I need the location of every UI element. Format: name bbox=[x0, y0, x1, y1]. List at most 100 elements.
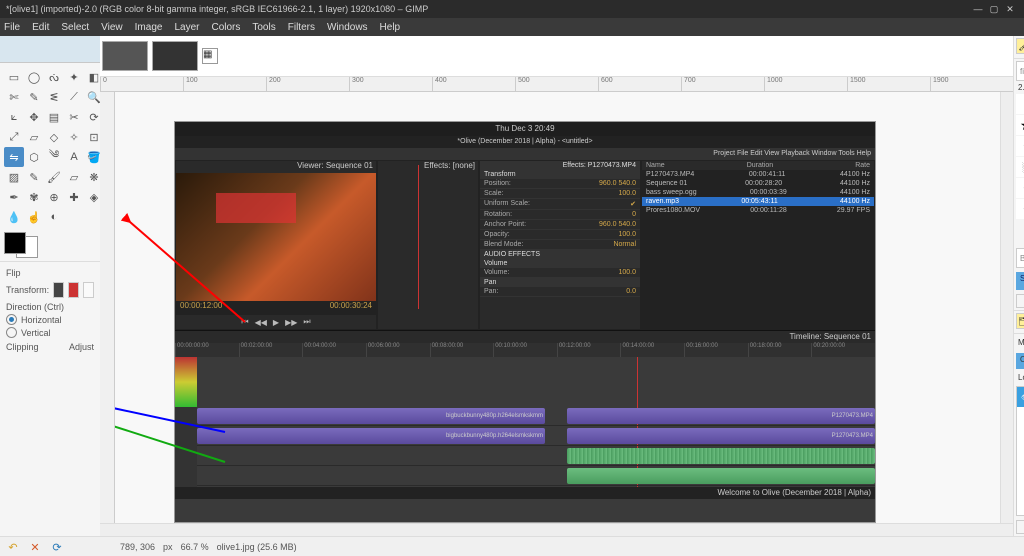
tool-cage[interactable]: ⬡ bbox=[24, 147, 44, 167]
tool-unified[interactable]: ✧ bbox=[64, 127, 84, 147]
tool-mypaint[interactable]: ✾ bbox=[24, 187, 44, 207]
image-thumb-1[interactable] bbox=[102, 41, 148, 71]
tool-scale[interactable]: ⤢ bbox=[4, 127, 24, 147]
menu-windows[interactable]: Windows bbox=[327, 22, 368, 33]
undo-icon[interactable]: ↶ bbox=[6, 540, 20, 554]
clipping-value[interactable]: Adjust bbox=[69, 342, 94, 352]
olive-fx-viewer: Effects: [none] bbox=[377, 160, 479, 330]
menu-view[interactable]: View bbox=[101, 22, 123, 33]
tool-ellipse-select[interactable]: ◯ bbox=[24, 67, 44, 87]
brush-name-label: 2. Hardness 050 (51 × 51) bbox=[1014, 83, 1024, 92]
menu-colors[interactable]: Colors bbox=[211, 22, 240, 33]
new-layer-icon[interactable] bbox=[1016, 520, 1024, 534]
brush-item[interactable]: ░░ bbox=[1016, 157, 1024, 177]
opacity-slider[interactable]: Opacity 100.0 bbox=[1016, 353, 1024, 369]
clipping-label: Clipping bbox=[6, 342, 39, 352]
fg-color-swatch[interactable] bbox=[4, 232, 26, 254]
brush-preset-dropdown[interactable]: Basic▾ bbox=[1016, 248, 1024, 268]
radio-vertical[interactable] bbox=[6, 327, 17, 338]
brush-item[interactable]: ❊ bbox=[1016, 199, 1024, 219]
transform-path-btn[interactable] bbox=[83, 282, 94, 298]
olive-effects-panel: Effects: P1270473.MP4 Transform Position… bbox=[479, 160, 641, 330]
canvas-scrollbar-horizontal[interactable] bbox=[100, 523, 1013, 536]
menu-edit[interactable]: Edit bbox=[32, 22, 49, 33]
tool-warp[interactable]: ༄ bbox=[44, 147, 64, 167]
menu-select[interactable]: Select bbox=[61, 22, 89, 33]
layers-dock-tabs: 🗂 ⬚ ᓬ bbox=[1014, 310, 1024, 334]
redo-icon[interactable]: ✕ bbox=[28, 540, 42, 554]
statusbar: ↶ ✕ ⟳ 789, 306 px 66.7 % olive1.jpg (25.… bbox=[0, 536, 1024, 556]
radio-vertical-row[interactable]: Vertical bbox=[6, 327, 94, 338]
tool-scissors[interactable]: ✄ bbox=[4, 87, 24, 107]
radio-horizontal[interactable] bbox=[6, 314, 17, 325]
gimp-logo-strip bbox=[0, 36, 100, 63]
single-window-toggle-icon[interactable]: ▦ bbox=[202, 48, 218, 64]
tool-crop[interactable]: ✂ bbox=[64, 107, 84, 127]
brush-filter-placeholder: filter bbox=[1020, 67, 1024, 76]
canvas[interactable]: Thu Dec 3 20:49 *Olive (December 2018 | … bbox=[115, 92, 1000, 523]
tool-gradient[interactable]: ▨ bbox=[4, 167, 24, 187]
edit-brush-icon[interactable] bbox=[1016, 294, 1024, 308]
image-thumb-2[interactable] bbox=[152, 41, 198, 71]
tool-ink[interactable]: ✒ bbox=[4, 187, 24, 207]
radio-horizontal-row[interactable]: Horizontal bbox=[6, 314, 94, 325]
unit-select[interactable]: px bbox=[163, 542, 173, 552]
minimize-button[interactable]: — bbox=[970, 4, 986, 14]
tool-pencil[interactable]: ✎ bbox=[24, 167, 44, 187]
zoom-select[interactable]: 66.7 % bbox=[181, 542, 209, 552]
tab-layers-icon[interactable]: 🗂 bbox=[1016, 313, 1024, 329]
radio-horizontal-label: Horizontal bbox=[21, 315, 62, 325]
right-dock: 🖌 ▦ Aa 🕑 filter▾ 2. Hardness 050 (51 × 5… bbox=[1013, 36, 1024, 536]
brush-item[interactable] bbox=[1016, 94, 1024, 114]
tool-paintbrush[interactable]: 🖌 bbox=[44, 167, 64, 187]
tool-move[interactable]: ✥ bbox=[24, 107, 44, 127]
tool-options: Flip Transform: Direction (Ctrl) Horizon… bbox=[0, 261, 100, 536]
refresh-icon[interactable]: ⟳ bbox=[50, 540, 64, 554]
brush-item[interactable]: ★ bbox=[1016, 115, 1024, 135]
canvas-scrollbar-vertical[interactable] bbox=[1000, 92, 1013, 523]
annotation-green-arrow bbox=[115, 92, 245, 472]
close-button[interactable]: ✕ bbox=[1002, 4, 1018, 15]
menu-filters[interactable]: Filters bbox=[288, 22, 315, 33]
menu-tools[interactable]: Tools bbox=[252, 22, 275, 33]
transform-layer-btn[interactable] bbox=[53, 282, 64, 298]
tool-shear[interactable]: ▱ bbox=[24, 127, 44, 147]
tool-blur[interactable]: 💧 bbox=[4, 207, 24, 227]
brush-dock-tabs: 🖌 ▦ Aa 🕑 bbox=[1014, 36, 1024, 59]
tool-rect-select[interactable]: ▭ bbox=[4, 67, 24, 87]
transform-selection-btn[interactable] bbox=[68, 282, 79, 298]
tool-color-picker[interactable]: ⟋ bbox=[64, 87, 84, 107]
tool-free-select[interactable]: ᔔ bbox=[44, 67, 64, 87]
tool-text[interactable]: A bbox=[64, 147, 84, 167]
tool-measure[interactable]: ⟀ bbox=[4, 107, 24, 127]
tool-dodge[interactable]: ◐ bbox=[44, 207, 64, 227]
fg-bg-swatches[interactable] bbox=[0, 225, 100, 261]
tab-brushes-icon[interactable]: 🖌 bbox=[1016, 38, 1024, 54]
menu-image[interactable]: Image bbox=[135, 22, 163, 33]
tool-paths[interactable]: ᓬ bbox=[44, 87, 64, 107]
skip-end-icon: ⏭ bbox=[303, 317, 310, 327]
menu-file[interactable]: File bbox=[4, 22, 20, 33]
menu-layer[interactable]: Layer bbox=[174, 22, 199, 33]
spacing-slider[interactable]: Spacing 10.0 bbox=[1016, 272, 1024, 290]
lock-label: Lock: bbox=[1018, 373, 1024, 382]
layer-row[interactable]: 👁 olive1.jpg bbox=[1017, 387, 1024, 407]
brush-item[interactable]: ❉ bbox=[1016, 178, 1024, 198]
transform-label: Transform: bbox=[6, 285, 49, 295]
olive-statusbar: Welcome to Olive (December 2018 | Alpha) bbox=[175, 487, 875, 499]
tool-eraser[interactable]: ▱ bbox=[64, 167, 84, 187]
eye-icon[interactable]: 👁 bbox=[1020, 391, 1024, 403]
tool-fuzzy-select[interactable]: ✦ bbox=[64, 67, 84, 87]
center-area: ▦ 0100200300400500600700100015001900 Thu… bbox=[100, 36, 1013, 536]
brush-item[interactable]: ✿ bbox=[1016, 136, 1024, 156]
tool-heal[interactable]: ✚ bbox=[64, 187, 84, 207]
tool-smudge[interactable]: ☝ bbox=[24, 207, 44, 227]
tool-align[interactable]: ▤ bbox=[44, 107, 64, 127]
tool-foreground[interactable]: ✎ bbox=[24, 87, 44, 107]
menu-help[interactable]: Help bbox=[380, 22, 401, 33]
tool-clone[interactable]: ⊕ bbox=[44, 187, 64, 207]
brush-filter-dropdown[interactable]: filter▾ bbox=[1016, 61, 1024, 81]
tool-flip[interactable]: ⇋ bbox=[4, 147, 24, 167]
maximize-button[interactable]: ▢ bbox=[986, 4, 1002, 15]
olive-timeline: Timeline: Sequence 01 00:00:00:0000:02:0… bbox=[175, 330, 875, 487]
